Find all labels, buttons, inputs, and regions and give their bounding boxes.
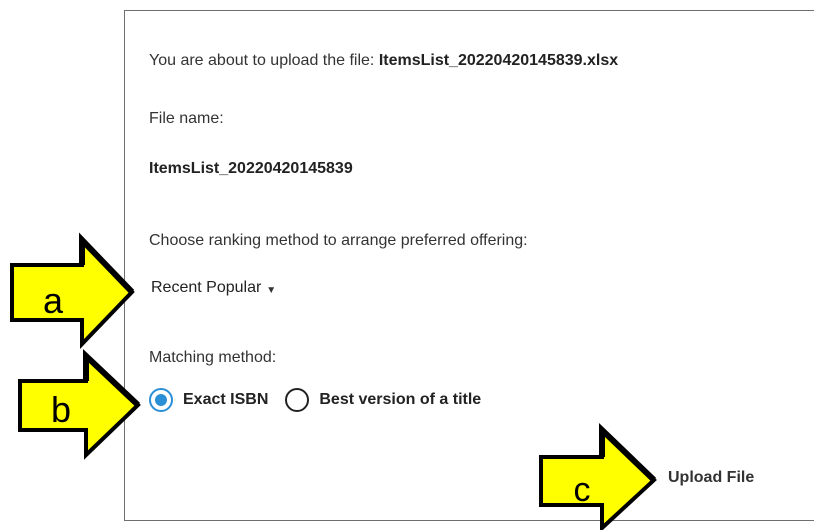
arrow-right-icon xyxy=(539,422,657,530)
callout-c-label: c xyxy=(574,471,591,509)
callout-c: c xyxy=(539,422,657,530)
